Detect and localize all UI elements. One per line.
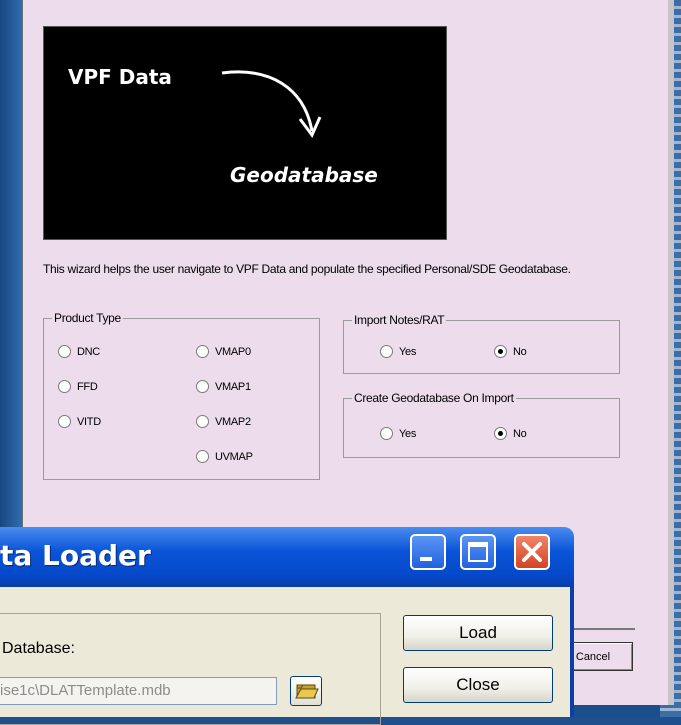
radio-ffd[interactable]: FFD xyxy=(58,380,98,393)
radio-dnc[interactable]: DNC xyxy=(58,345,100,358)
create-geodatabase-group: Create Geodatabase On Import Yes No xyxy=(343,391,620,458)
radio-selected-icon xyxy=(494,427,507,440)
load-label: Load xyxy=(459,623,497,642)
radio-circle-icon xyxy=(196,450,209,463)
radio-vmap0[interactable]: VMAP0 xyxy=(196,345,251,358)
wizard-description: This wizard helps the user navigate to V… xyxy=(43,262,571,276)
radio-circle-icon xyxy=(196,415,209,428)
radio-circle-icon xyxy=(196,345,209,358)
load-button[interactable]: Load xyxy=(403,615,553,651)
banner-arrow-icon xyxy=(221,70,322,138)
radio-uvmap[interactable]: UVMAP xyxy=(196,450,253,463)
radio-circle-icon xyxy=(58,415,71,428)
minimize-icon xyxy=(420,557,432,561)
radio-circle-icon xyxy=(380,427,393,440)
radio-vmap2[interactable]: VMAP2 xyxy=(196,415,251,428)
radio-circle-icon xyxy=(58,380,71,393)
close-button[interactable]: Close xyxy=(403,667,553,703)
radio-selected-icon xyxy=(494,345,507,358)
minimize-button[interactable] xyxy=(410,534,446,570)
close-icon xyxy=(522,542,542,562)
maximize-icon xyxy=(468,542,488,562)
import-notes-no-radio[interactable]: No xyxy=(494,345,527,358)
import-notes-yes-radio[interactable]: Yes xyxy=(380,345,416,358)
database-label: Database: xyxy=(2,640,75,657)
database-path-field[interactable]: ise1c\DLATTemplate.mdb xyxy=(0,677,277,705)
wizard-banner: VPF Data Geodatabase xyxy=(43,26,447,240)
folder-icon xyxy=(295,684,319,699)
wizard-border xyxy=(668,0,674,705)
dialog-titlebar[interactable]: ta Loader xyxy=(0,527,574,587)
radio-circle-icon xyxy=(58,345,71,358)
browse-folder-button[interactable] xyxy=(290,676,322,706)
product-type-group: Product Type DNC FFD VITD VMAP0 VMAP1 VM… xyxy=(43,311,320,480)
radio-vmap1[interactable]: VMAP1 xyxy=(196,380,251,393)
create-gdb-yes-radio[interactable]: Yes xyxy=(380,427,416,440)
import-notes-legend: Import Notes/RAT xyxy=(352,313,447,327)
radio-vitd[interactable]: VITD xyxy=(58,415,101,428)
dialog-title: ta Loader xyxy=(0,539,151,572)
radio-circle-icon xyxy=(196,380,209,393)
create-gdb-no-radio[interactable]: No xyxy=(494,427,527,440)
product-type-legend: Product Type xyxy=(52,311,123,325)
close-window-button[interactable] xyxy=(514,534,550,570)
database-group xyxy=(0,613,381,725)
close-label: Close xyxy=(456,675,500,694)
import-notes-group: Import Notes/RAT Yes No xyxy=(343,313,620,374)
create-geodatabase-legend: Create Geodatabase On Import xyxy=(352,391,516,405)
radio-circle-icon xyxy=(380,345,393,358)
maximize-button[interactable] xyxy=(460,534,496,570)
